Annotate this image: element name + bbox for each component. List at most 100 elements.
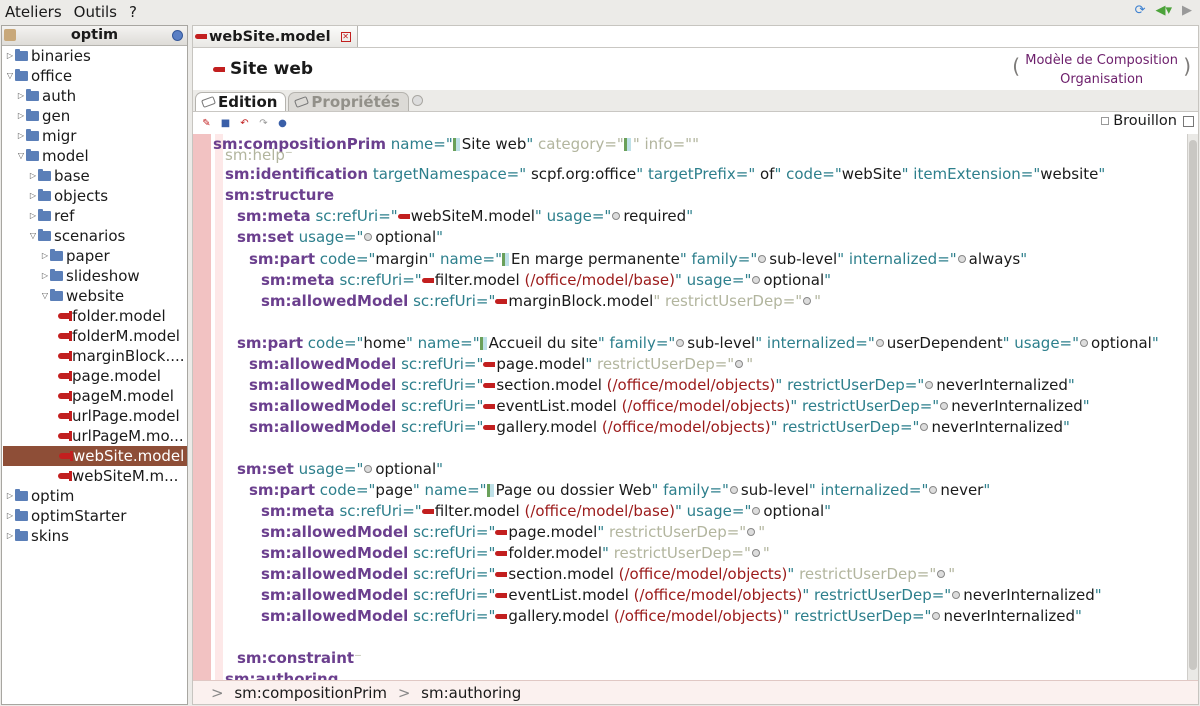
editor-toolbar: ✎ ■ ↶ ↷ ● Brouillon xyxy=(193,113,1198,133)
code-editor[interactable]: sm:compositionPrim name=" Site web" categ… xyxy=(193,134,1187,680)
tree-item[interactable]: webSite.model xyxy=(3,446,187,466)
breadcrumb: > sm:compositionPrim > sm:authoring xyxy=(193,680,1198,704)
tree-item[interactable]: ▷ optim xyxy=(6,486,74,506)
tree-item-label: binaries xyxy=(31,47,91,65)
tree-item[interactable]: ▷ auth xyxy=(17,86,76,106)
code-line: sm:allowedModel sc:refUri=" eventList.mod… xyxy=(249,397,1090,415)
expand-arrow-icon[interactable]: ▷ xyxy=(29,186,37,206)
vertical-scrollbar[interactable] xyxy=(1187,134,1198,680)
tree-item[interactable]: marginBlock.... xyxy=(58,346,185,366)
code-line: sm:part code="margin" name=" En marge per… xyxy=(249,250,1028,268)
refresh-icon[interactable]: ⟳ xyxy=(1135,3,1146,18)
model-icon xyxy=(58,391,72,401)
back-icon[interactable]: ◀▾ xyxy=(1155,3,1172,18)
brouillon-toggle[interactable]: Brouillon xyxy=(1101,113,1194,129)
expand-arrow-icon[interactable]: ▷ xyxy=(6,506,14,526)
expand-arrow-icon[interactable]: ▷ xyxy=(29,206,37,226)
code-line: sm:part code="home" name=" Accueil du sit… xyxy=(237,334,1159,352)
folder-icon xyxy=(38,229,51,241)
tab-proprietes[interactable]: Propriétés xyxy=(288,92,409,111)
tree-item[interactable]: ▷ objects xyxy=(29,186,108,206)
tree-item[interactable]: pageM.model xyxy=(58,386,174,406)
maximize-icon[interactable] xyxy=(1183,115,1194,127)
tree-item[interactable]: page.model xyxy=(58,366,161,386)
menu-outils[interactable]: Outils xyxy=(74,3,117,21)
expand-arrow-icon[interactable]: ▷ xyxy=(41,266,49,286)
info-icon[interactable]: ● xyxy=(277,118,288,129)
tree-item[interactable]: ▽ office xyxy=(6,66,72,86)
menu-help[interactable]: ? xyxy=(129,3,137,21)
collapse-arrow-icon[interactable]: ▽ xyxy=(29,226,37,246)
pencil-icon[interactable]: ✎ xyxy=(201,118,212,129)
tree-item[interactable]: ▷ base xyxy=(29,166,90,186)
sub-tabs: Edition Propriétés xyxy=(193,90,1198,112)
tab-menu-icon[interactable] xyxy=(411,95,423,106)
expand-arrow-icon[interactable]: ▷ xyxy=(29,166,37,186)
editor-tab-label: webSite.model xyxy=(209,28,331,45)
collapse-arrow-icon[interactable]: ▽ xyxy=(17,146,25,166)
brouillon-label: Brouillon xyxy=(1113,113,1177,129)
code-line: sm:meta sc:refUri=" filter.model (/office… xyxy=(261,271,832,289)
tree-item[interactable]: ▷ binaries xyxy=(6,46,91,66)
tree-item-label: webSiteM.m... xyxy=(72,467,179,485)
tree-item[interactable]: folder.model xyxy=(58,306,166,326)
expand-arrow-icon[interactable]: ▷ xyxy=(41,246,49,266)
brouillon-checkbox[interactable] xyxy=(1101,117,1110,125)
tree-item[interactable]: ▷ paper xyxy=(41,246,110,266)
redo-icon[interactable]: ↷ xyxy=(258,118,269,129)
folder-icon xyxy=(38,189,51,201)
workspace-menu-icon[interactable] xyxy=(172,30,183,41)
collapse-arrow-icon[interactable]: ▽ xyxy=(6,66,14,86)
folder-icon xyxy=(26,109,39,121)
save-icon[interactable]: ■ xyxy=(220,118,231,129)
tree-item[interactable]: ▽ scenarios xyxy=(29,226,125,246)
tree-item[interactable]: webSiteM.m... xyxy=(58,466,178,486)
tree-item-label: objects xyxy=(54,187,109,205)
breadcrumb-separator: > xyxy=(397,684,411,702)
composition-info[interactable]: ( Modèle de Composition Organisation ) xyxy=(1012,51,1191,89)
breadcrumb-item[interactable]: sm:authoring xyxy=(421,684,521,702)
forward-icon[interactable]: ▶ xyxy=(1182,3,1192,18)
tree-item[interactable]: ▷ gen xyxy=(17,106,70,126)
tree-item[interactable]: ▷ ref xyxy=(29,206,74,226)
expand-arrow-icon[interactable]: ▷ xyxy=(17,86,25,106)
breadcrumb-item[interactable]: sm:compositionPrim xyxy=(234,684,387,702)
expand-arrow-icon[interactable]: ▷ xyxy=(17,106,25,126)
code-line: sm:allowedModel sc:refUri=" gallery.model… xyxy=(249,418,1070,436)
model-icon xyxy=(58,351,72,361)
tree-item[interactable]: folderM.model xyxy=(58,326,180,346)
tree-item[interactable]: urlPage.model xyxy=(58,406,180,426)
folder-icon xyxy=(15,69,28,81)
tree-item-label: website xyxy=(66,287,125,305)
code-line: sm:allowedModel sc:refUri=" section.model… xyxy=(261,565,956,583)
tree-item[interactable]: ▷ migr xyxy=(17,126,77,146)
expand-arrow-icon[interactable]: ▷ xyxy=(6,486,14,506)
expand-arrow-icon[interactable]: ▷ xyxy=(6,526,14,546)
tree-item[interactable]: ▽ website xyxy=(41,286,124,306)
code-line: sm:allowedModel sc:refUri=" folder.model"… xyxy=(261,544,770,562)
tree-item[interactable]: urlPageM.mo... xyxy=(58,426,184,446)
tree-item[interactable]: ▷ slideshow xyxy=(41,266,140,286)
tab-edition[interactable]: Edition xyxy=(195,92,287,111)
workspace-icon xyxy=(4,29,16,41)
model-icon xyxy=(58,371,72,381)
tree-item[interactable]: ▷ skins xyxy=(6,526,69,546)
workspace-title: optim xyxy=(70,27,119,43)
code-line: sm:set usage=" optional" xyxy=(237,460,444,478)
code-line: sm:meta sc:refUri=" filter.model (/office… xyxy=(261,502,832,520)
expand-arrow-icon[interactable]: ▷ xyxy=(17,126,25,146)
model-icon xyxy=(58,471,72,481)
scrollbar-thumb[interactable] xyxy=(1189,140,1197,670)
editor-tab[interactable]: webSite.model ✕ xyxy=(193,26,358,47)
tree-item[interactable]: ▽ model xyxy=(17,146,89,166)
menu-ateliers[interactable]: Ateliers xyxy=(5,3,62,21)
close-icon[interactable]: ✕ xyxy=(340,31,351,42)
model-icon xyxy=(195,34,207,39)
tree-item[interactable]: ▷ optimStarter xyxy=(6,506,126,526)
collapse-arrow-icon[interactable]: ▽ xyxy=(41,286,49,306)
folder-icon xyxy=(15,509,28,521)
expand-arrow-icon[interactable]: ▷ xyxy=(6,46,14,66)
tree-item-label: urlPageM.mo... xyxy=(72,427,184,445)
undo-icon[interactable]: ↶ xyxy=(239,118,250,129)
tree-item-label: migr xyxy=(42,127,77,145)
